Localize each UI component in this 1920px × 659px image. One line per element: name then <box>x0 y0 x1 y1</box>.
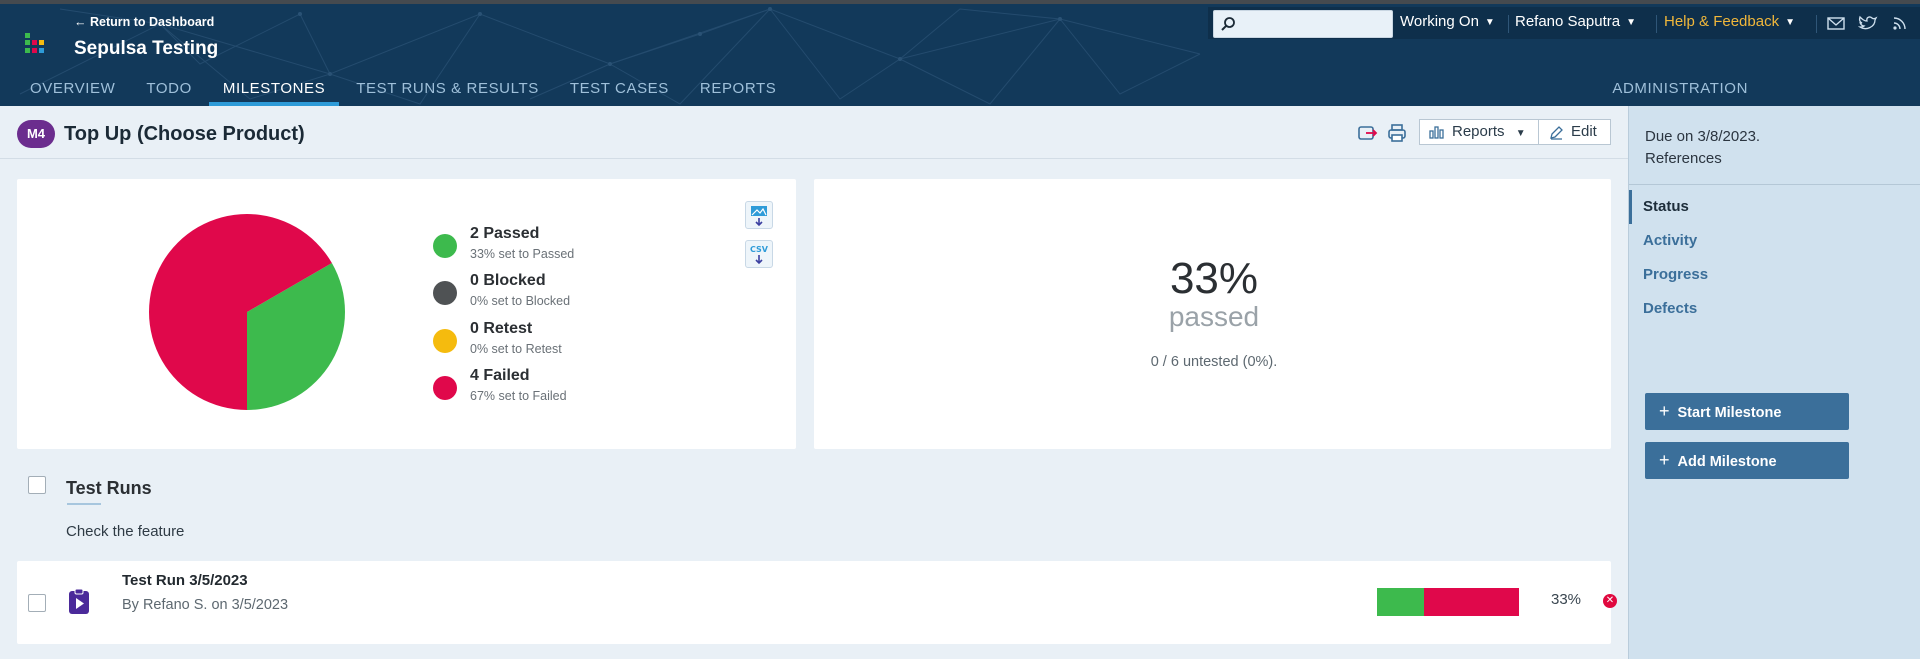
milestone-badge: M4 <box>17 120 55 148</box>
sidebar-item-activity[interactable]: Activity <box>1629 224 1920 258</box>
add-milestone-button[interactable]: + Add Milestone <box>1645 442 1849 479</box>
legend-sub: 0% set to Retest <box>470 342 562 356</box>
legend-label: 4 Failed <box>470 367 530 384</box>
start-milestone-button[interactable]: + Start Milestone <box>1645 393 1849 430</box>
sidebar-item-defects[interactable]: Defects <box>1629 292 1920 326</box>
milestone-title: Top Up (Choose Product) <box>64 123 305 145</box>
start-milestone-label: Start Milestone <box>1677 405 1782 421</box>
test-run-title[interactable]: Test Run 3/5/2023 <box>122 572 248 589</box>
edit-button[interactable]: Edit <box>1539 120 1611 144</box>
failed-dot <box>433 376 457 400</box>
legend-label: 2 Passed <box>470 225 540 242</box>
test-run-progress-bar <box>1377 588 1519 616</box>
select-all-checkbox[interactable] <box>28 476 46 494</box>
top-header: ← Return to Dashboard Sepulsa Testing OV… <box>0 0 1920 106</box>
search-icon <box>1221 17 1235 31</box>
sidebar-item-status[interactable]: Status <box>1629 190 1920 224</box>
main-nav: OVERVIEW TODO MILESTONES TEST RUNS & RES… <box>0 74 790 106</box>
passed-label: passed <box>1168 301 1260 332</box>
test-runs-heading: Test Runs <box>66 478 152 498</box>
plus-icon: + <box>1659 401 1670 421</box>
divider <box>1508 15 1509 33</box>
header-divider <box>0 158 1628 159</box>
apps-grid-icon[interactable] <box>25 33 45 53</box>
test-runs-description: Check the feature <box>66 523 185 540</box>
passed-dot <box>433 234 457 258</box>
progress-passed-segment <box>1377 588 1424 616</box>
main-content: M4 Top Up (Choose Product) Reports ▼ Edi <box>0 106 1628 659</box>
percent-card: 33% passed 0 / 6 untested (0%). <box>814 179 1611 449</box>
progress-failed-segment <box>1423 588 1519 616</box>
header-icon-group <box>1826 14 1910 32</box>
blocked-dot <box>433 281 457 305</box>
passed-percent: 33% <box>1169 254 1259 303</box>
test-run-icon <box>69 588 89 614</box>
rss-icon[interactable] <box>1890 14 1910 32</box>
chevron-down-icon: ▼ <box>1785 17 1795 28</box>
sidebar-divider <box>1629 184 1920 185</box>
tab-todo[interactable]: TODO <box>132 74 205 106</box>
working-on-dropdown[interactable]: Working On ▼ <box>1400 13 1495 30</box>
mail-icon[interactable] <box>1826 14 1846 32</box>
bar-chart-icon <box>1429 126 1444 139</box>
legend-sub: 33% set to Passed <box>470 247 575 261</box>
user-name: Refano Saputra <box>1515 13 1621 30</box>
heading-underline <box>67 503 101 505</box>
due-info: Due on 3/8/2023. References <box>1645 126 1760 170</box>
svg-text:CSV: CSV <box>750 245 769 254</box>
test-run-percent: 33% <box>1551 591 1582 608</box>
export-csv-button[interactable]: CSV <box>745 240 773 268</box>
legend-sub: 0% set to Blocked <box>470 294 571 308</box>
sidebar-nav: Status Activity Progress Defects <box>1629 190 1920 326</box>
edit-label: Edit <box>1571 123 1597 140</box>
header-toolbar: Working On ▼ Refano Saputra ▼ Help & Feedb… <box>1208 7 1920 39</box>
plus-icon: + <box>1659 450 1670 470</box>
legend-label: 0 Blocked <box>470 272 546 289</box>
export-image-button[interactable] <box>745 201 773 229</box>
tab-reports[interactable]: REPORTS <box>686 74 790 106</box>
search-input[interactable] <box>1242 14 1387 34</box>
twitter-icon[interactable] <box>1857 14 1878 32</box>
test-run-meta: By Refano S. on 3/5/2023 <box>122 597 289 613</box>
chevron-down-icon: ▼ <box>1484 17 1495 28</box>
sidebar-item-progress[interactable]: Progress <box>1629 258 1920 292</box>
working-on-label: Working On <box>1400 13 1479 30</box>
divider <box>1656 15 1657 33</box>
help-feedback-label: Help & Feedback <box>1664 13 1780 30</box>
tab-test-runs-results[interactable]: TEST RUNS & RESULTS <box>342 74 553 106</box>
right-sidebar: Due on 3/8/2023. References Status Activ… <box>1628 106 1920 659</box>
tab-administration[interactable]: ADMINISTRATION <box>1612 74 1748 106</box>
export-icon[interactable] <box>1356 122 1378 144</box>
csv-download-icon: CSV <box>750 245 769 265</box>
tab-test-cases[interactable]: TEST CASES <box>556 74 683 106</box>
image-download-icon <box>751 206 767 227</box>
tab-overview[interactable]: OVERVIEW <box>16 74 129 106</box>
untested-summary: 0 / 6 untested (0%). <box>1150 354 1278 370</box>
divider <box>1816 15 1817 33</box>
tab-milestones[interactable]: MILESTONES <box>208 74 340 106</box>
project-title: Sepulsa Testing <box>74 38 219 59</box>
reports-dropdown-button[interactable]: Reports ▼ <box>1420 120 1538 144</box>
references-label: References <box>1645 150 1722 167</box>
add-milestone-label: Add Milestone <box>1677 454 1777 470</box>
return-to-dashboard-link[interactable]: ← Return to Dashboard <box>74 15 214 29</box>
close-run-icon[interactable]: ✕ <box>1603 594 1617 608</box>
chevron-down-icon: ▼ <box>1515 128 1526 139</box>
help-feedback-dropdown[interactable]: Help & Feedback ▼ <box>1664 13 1795 30</box>
status-chart-card: 2 Passed 33% set to Passed 0 Blocked 0% … <box>17 179 796 449</box>
user-dropdown[interactable]: Refano Saputra ▼ <box>1515 13 1636 30</box>
status-pie-chart <box>149 213 345 410</box>
print-icon[interactable] <box>1386 122 1408 144</box>
legend-label: 0 Retest <box>470 320 533 337</box>
search-box[interactable] <box>1213 10 1393 38</box>
retest-dot <box>433 329 457 353</box>
reports-edit-group: Reports ▼ Edit <box>1419 119 1611 145</box>
pencil-icon <box>1550 126 1563 140</box>
chevron-down-icon: ▼ <box>1626 17 1636 28</box>
row-checkbox[interactable] <box>28 594 46 612</box>
reports-label: Reports <box>1452 123 1505 140</box>
test-run-row[interactable]: Test Run 3/5/2023 By Refano S. on 3/5/20… <box>17 561 1617 644</box>
legend-sub: 67% set to Failed <box>470 389 567 403</box>
due-date: Due on 3/8/2023. <box>1645 128 1761 145</box>
